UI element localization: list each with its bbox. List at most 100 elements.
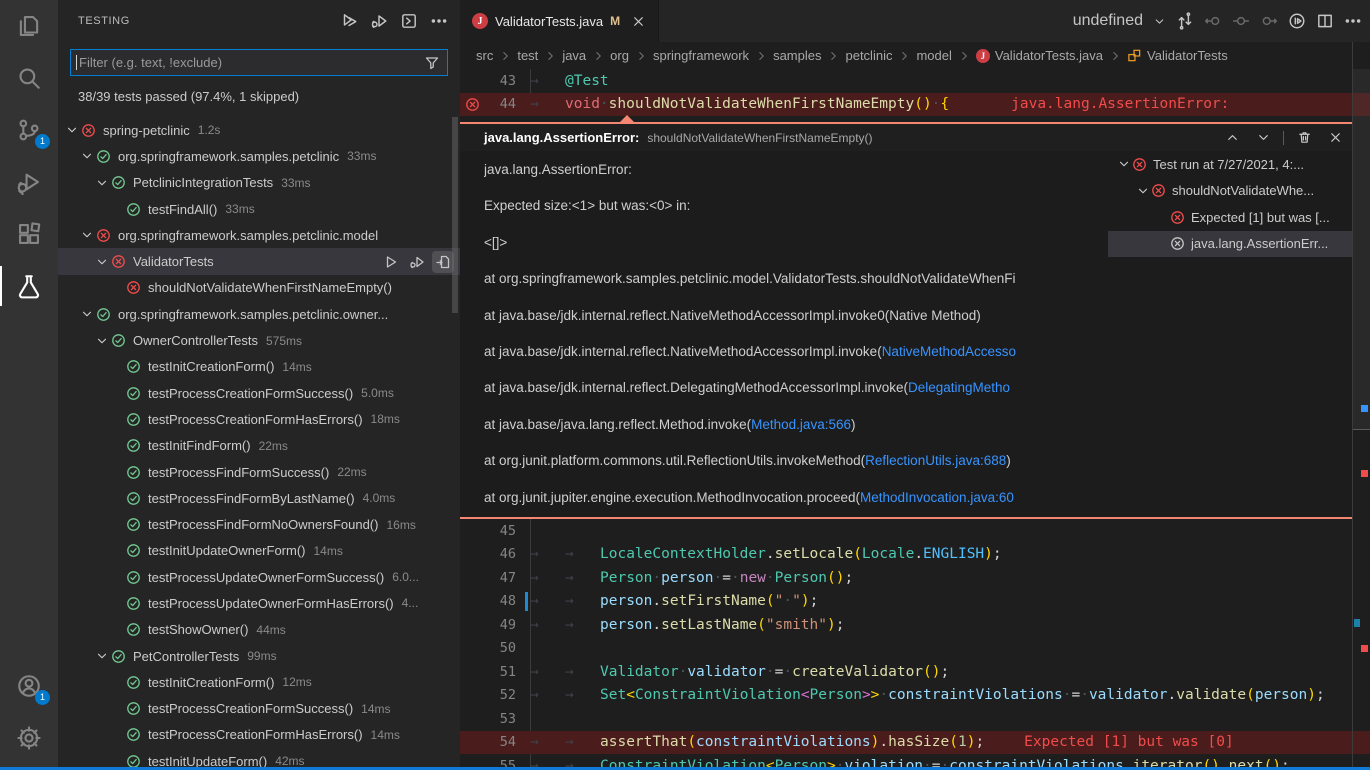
chevron-down-icon[interactable] [94,176,110,190]
test-tree-row[interactable]: testInitUpdateForm() 42ms [58,748,460,768]
test-tree-row[interactable]: testProcessCreationFormHasErrors() 14ms [58,722,460,748]
peek-result-row[interactable]: shouldNotValidateWhe... [1108,178,1352,205]
test-tree-row[interactable]: testProcessUpdateOwnerFormSuccess() 6.0.… [58,564,460,590]
code-line-51[interactable]: 51 →→Validator·validator·=·createValidat… [460,660,1370,684]
stack-trace-link[interactable]: ReflectionUtils.java:688 [865,453,1006,468]
code-line-46[interactable]: 46 →→LocaleContextHolder.setLocale(Local… [460,543,1370,567]
code-line-43[interactable]: 43 →@Test [460,69,1370,93]
peek-result-row[interactable]: java.lang.AssertionErr... [1108,231,1352,258]
test-tree-row[interactable]: org.springframework.samples.petclinic.ow… [58,301,460,327]
activity-search[interactable] [0,52,58,104]
activity-accounts[interactable]: 1 [0,660,58,712]
sidebar-scrollbar[interactable] [452,117,458,313]
run-dropdown-icon[interactable] [1153,15,1166,28]
stack-trace-link[interactable]: MethodInvocation.java:60 [860,490,1014,505]
step-forward-button[interactable] [1260,12,1278,30]
debug-test-button[interactable] [406,251,428,273]
run-all-tests-button[interactable] [338,10,360,32]
code-line-50[interactable]: 50 [460,637,1370,661]
scrollbar-thumb[interactable] [1353,69,1370,429]
go-to-test-button[interactable] [432,251,454,273]
test-tree-row[interactable]: PetControllerTests 99ms [58,643,460,669]
test-tree-row[interactable]: org.springframework.samples.petclinic.mo… [58,222,460,248]
activity-source-control[interactable]: 1 [0,104,58,156]
chevron-down-icon[interactable] [79,228,95,242]
chevron-down-icon[interactable] [79,149,95,163]
run-button[interactable]: undefined [1073,12,1143,30]
step-back-button[interactable] [1204,12,1222,30]
stack-trace-link[interactable]: DelegatingMetho [908,380,1010,395]
test-tree-row[interactable]: org.springframework.samples.petclinic 33… [58,143,460,169]
code-line-47[interactable]: 47 →→Person·person·=·new·Person(); [460,566,1370,590]
test-tree-row[interactable]: ValidatorTests [58,248,460,274]
activity-run-debug[interactable] [0,156,58,208]
test-filter-input[interactable]: Filter (e.g. text, !exclude) [70,49,448,76]
breadcrumb-symbol[interactable]: ValidatorTests [1127,48,1228,63]
breadcrumb-item[interactable]: src [476,48,493,63]
breadcrumb-item[interactable]: org [610,48,629,63]
close-peek-button[interactable] [1324,127,1346,149]
test-tree-row[interactable]: testFindAll() 33ms [58,196,460,222]
compare-changes-button[interactable] [1176,12,1194,30]
chevron-down-icon[interactable] [1116,157,1132,171]
stack-trace-link[interactable]: NativeMethodAccesso [882,344,1016,359]
activity-settings-gear[interactable] [0,712,58,764]
test-tree-row[interactable]: testProcessFindFormSuccess() 22ms [58,459,460,485]
code-line-49[interactable]: 49 →→person.setLastName("smith"); [460,613,1370,637]
breadcrumb-file[interactable]: JValidatorTests.java [976,48,1103,63]
test-tree-row[interactable]: testProcessCreationFormSuccess() 5.0ms [58,380,460,406]
tab-validatortests[interactable]: J ValidatorTests.java M [460,0,659,42]
peek-result-row[interactable]: Test run at 7/27/2021, 4:... [1108,151,1352,178]
previous-error-button[interactable] [1221,127,1243,149]
test-tree-row[interactable]: shouldNotValidateWhenFirstNameEmpty() [58,275,460,301]
code-line-52[interactable]: 52 →→Set<ConstraintViolation<Person>>·co… [460,684,1370,708]
chevron-down-icon[interactable] [94,255,110,269]
test-tree-row[interactable]: PetclinicIntegrationTests 33ms [58,170,460,196]
breadcrumb-item[interactable]: springframework [653,48,749,63]
debug-all-tests-button[interactable] [368,10,390,32]
breadcrumb-item[interactable]: petclinic [845,48,892,63]
activity-explorer[interactable] [0,0,58,52]
more-actions-icon[interactable] [1344,12,1362,30]
code-line-53[interactable]: 53 [460,707,1370,731]
show-test-output-button[interactable] [398,10,420,32]
breadcrumb-item[interactable]: samples [773,48,821,63]
chevron-down-icon[interactable] [1135,184,1151,198]
code-line-54[interactable]: 54 →→assertThat(constraintViolations).ha… [460,731,1370,755]
run-test-button[interactable] [380,251,402,273]
activity-testing[interactable] [0,260,58,312]
breadcrumb-item[interactable]: test [517,48,538,63]
test-tree-row[interactable]: testProcessCreationFormHasErrors() 18ms [58,406,460,432]
breadcrumb-item[interactable]: model [916,48,951,63]
run-and-debug-button[interactable] [1288,12,1306,30]
step-current-button[interactable] [1232,12,1250,30]
breadcrumb-item[interactable]: java [562,48,586,63]
chevron-down-icon[interactable] [79,307,95,321]
code-line-44[interactable]: 44 →void·shouldNotValidateWhenFirstNameE… [460,93,1370,117]
test-tree-row[interactable]: testProcessCreationFormSuccess() 14ms [58,696,460,722]
chevron-down-icon[interactable] [94,334,110,348]
more-actions-button[interactable] [428,10,450,32]
test-tree-row[interactable]: spring-petclinic 1.2s [58,117,460,143]
clear-results-button[interactable] [1293,127,1315,149]
activity-extensions[interactable] [0,208,58,260]
split-editor-button[interactable] [1316,12,1334,30]
next-error-button[interactable] [1252,127,1274,149]
close-tab-icon[interactable] [631,14,646,29]
code-line-48[interactable]: 48 →→person.setFirstName("·"); [460,590,1370,614]
test-tree-row[interactable]: testInitFindForm() 22ms [58,433,460,459]
test-tree-row[interactable]: testShowOwner() 44ms [58,617,460,643]
test-tree-row[interactable]: testProcessFindFormByLastName() 4.0ms [58,485,460,511]
test-tree-row[interactable]: testProcessUpdateOwnerFormHasErrors() 4.… [58,590,460,616]
test-tree-row[interactable]: testProcessFindFormNoOwnersFound() 16ms [58,511,460,537]
peek-result-row[interactable]: Expected [1] but was [... [1108,204,1352,231]
chevron-down-icon[interactable] [64,123,80,137]
filter-icon[interactable] [424,55,440,71]
code-line-45[interactable]: 45 [460,519,1370,543]
stack-trace-link[interactable]: Method.java:566 [751,417,851,432]
chevron-down-icon[interactable] [94,649,110,663]
test-tree-row[interactable]: testInitUpdateOwnerForm() 14ms [58,538,460,564]
test-tree-row[interactable]: testInitCreationForm() 12ms [58,669,460,695]
test-tree-row[interactable]: testInitCreationForm() 14ms [58,354,460,380]
test-tree-row[interactable]: OwnerControllerTests 575ms [58,327,460,353]
